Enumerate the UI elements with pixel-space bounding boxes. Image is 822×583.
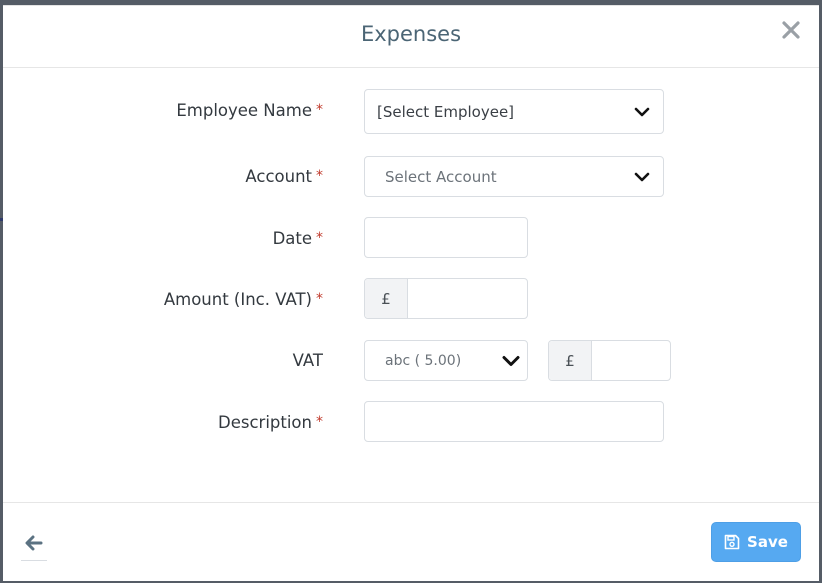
required-marker: * [316, 230, 323, 246]
modal-title: Expenses [360, 22, 462, 46]
chevron-down-icon [634, 172, 650, 181]
vat-select[interactable]: abc ( 5.00) [364, 340, 528, 381]
close-button[interactable] [775, 14, 807, 46]
required-marker: * [316, 414, 323, 430]
save-button-label: Save [747, 533, 788, 551]
chevron-down-icon [634, 107, 650, 116]
date-input[interactable] [364, 217, 528, 258]
date-label: Date * [272, 229, 323, 248]
account-select-placeholder: Select Account [385, 167, 497, 186]
account-label: Account * [245, 167, 323, 186]
vat-label: VAT [292, 351, 323, 370]
currency-addon: £ [365, 279, 408, 318]
required-marker: * [316, 168, 323, 184]
amount-input-group[interactable]: £ [364, 278, 528, 319]
required-marker: * [316, 291, 323, 307]
back-button[interactable] [21, 531, 47, 561]
chevron-down-icon [502, 355, 520, 366]
currency-addon: £ [549, 341, 592, 380]
required-marker: * [316, 102, 323, 118]
employee-select-value: [Select Employee] [377, 102, 515, 121]
vat-amount-input[interactable] [593, 341, 670, 380]
amount-input[interactable] [409, 279, 527, 318]
vat-select-value: abc ( 5.00) [385, 352, 462, 369]
close-icon [782, 21, 800, 39]
modal-footer: Save [3, 502, 819, 582]
save-button[interactable]: Save [711, 522, 801, 562]
account-select[interactable]: Select Account [364, 156, 664, 197]
vat-amount-input-group[interactable]: £ [548, 340, 671, 381]
description-input[interactable] [364, 401, 664, 442]
description-label: Description * [218, 413, 323, 432]
floppy-disk-icon [724, 534, 740, 550]
expenses-modal: Expenses Employee Name * [Select Employee… [3, 5, 819, 581]
employee-name-label: Employee Name * [176, 101, 323, 120]
arrow-left-icon [25, 535, 43, 551]
employee-select[interactable]: [Select Employee] [364, 89, 664, 134]
modal-header: Expenses [3, 6, 819, 68]
amount-label: Amount (Inc. VAT) * [163, 290, 323, 309]
